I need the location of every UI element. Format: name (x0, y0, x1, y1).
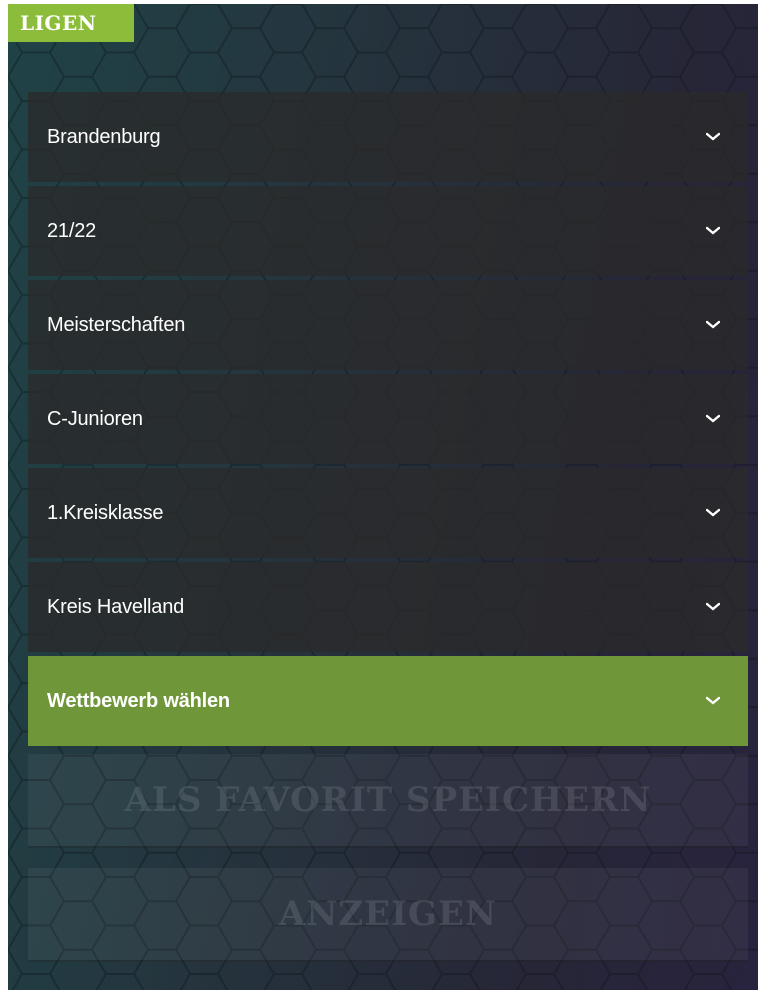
filter-label: Meisterschaften (47, 314, 186, 336)
league-selector-panel: LIGEN Brandenburg 21/22 Meisterschaften … (8, 4, 758, 990)
filter-label: 1.Kreisklasse (47, 502, 164, 524)
chevron-down-icon (706, 132, 720, 141)
chevron-down-icon (706, 320, 720, 329)
filter-label: Brandenburg (47, 126, 161, 148)
filter-label: C-Junioren (47, 408, 143, 430)
filter-label: Kreis Havelland (47, 596, 185, 618)
filter-label: 21/22 (47, 220, 97, 242)
filter-dropdown-competition-type[interactable]: Meisterschaften (28, 280, 748, 370)
filter-dropdown-age-group[interactable]: C-Junioren (28, 374, 748, 464)
filter-dropdown-league-level[interactable]: 1.Kreisklasse (28, 468, 748, 558)
save-favorite-button[interactable]: ALS FAVORIT SPEICHERN (28, 754, 748, 848)
chevron-down-icon (706, 508, 720, 517)
section-title-tag: LIGEN (8, 4, 134, 42)
filter-dropdown-region[interactable]: Brandenburg (28, 92, 748, 182)
show-button[interactable]: ANZEIGEN (28, 868, 748, 962)
chevron-down-icon (706, 414, 720, 423)
chevron-down-icon (706, 226, 720, 235)
filter-dropdown-season[interactable]: 21/22 (28, 186, 748, 276)
chevron-down-icon (706, 602, 720, 611)
chevron-down-icon (706, 696, 720, 705)
filter-list: Brandenburg 21/22 Meisterschaften C-Juni… (28, 92, 748, 750)
filter-dropdown-district[interactable]: Kreis Havelland (28, 562, 748, 652)
filter-label: Wettbewerb wählen (47, 690, 230, 712)
filter-dropdown-competition[interactable]: Wettbewerb wählen (28, 656, 748, 746)
